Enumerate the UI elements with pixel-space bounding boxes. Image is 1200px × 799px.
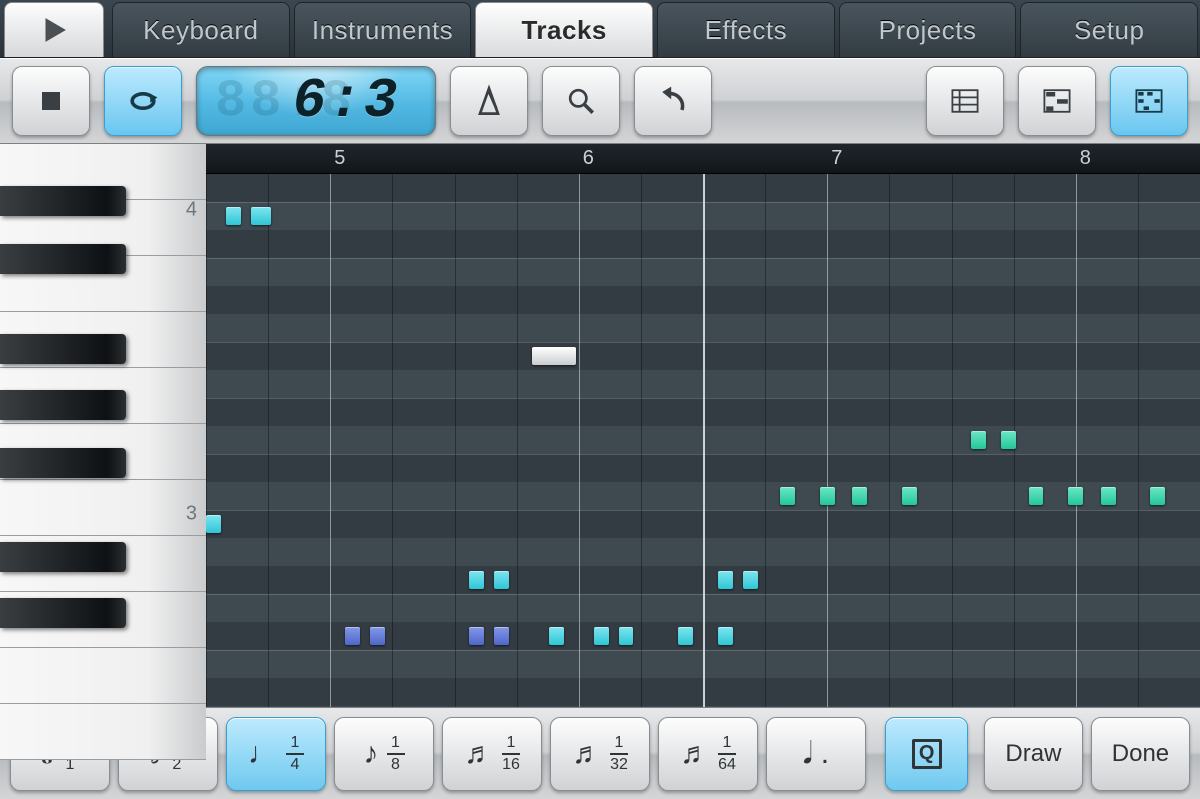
midi-note[interactable] [820,487,835,505]
note-value-8[interactable]: ♪ 18 [334,717,434,791]
loop-button[interactable] [104,66,182,136]
note-value-64[interactable]: ♬ 164 [658,717,758,791]
midi-note[interactable] [1150,487,1165,505]
octave-label: 3 [186,503,197,526]
midi-note[interactable] [743,571,758,589]
zoom-button[interactable] [542,66,620,136]
play-button[interactable] [4,2,104,57]
white-key[interactable] [0,704,206,760]
midi-note[interactable] [370,627,385,645]
black-key[interactable] [0,186,126,216]
midi-note[interactable] [1029,487,1044,505]
note-fraction: 116 [502,735,520,773]
note-fraction: 18 [387,735,405,773]
tabs-container: KeyboardInstrumentsTracksEffectsProjects… [110,0,1200,57]
midi-note[interactable] [251,207,271,225]
tab-instruments[interactable]: Instruments [294,2,472,57]
lcd-ghost: 88:8 [215,72,356,131]
note-fraction: 132 [610,735,628,773]
note-glyph-icon: ♬ [680,739,710,769]
midi-note[interactable] [226,207,241,225]
octave-label: 4 [186,199,197,222]
note-value-16[interactable]: ♬ 116 [442,717,542,791]
midi-note[interactable] [345,627,360,645]
midi-note[interactable] [902,487,917,505]
tab-tracks[interactable]: Tracks [475,2,653,57]
done-button[interactable]: Done [1091,717,1190,791]
midi-note[interactable] [532,347,577,365]
midi-note[interactable] [1101,487,1116,505]
midi-note[interactable] [780,487,795,505]
midi-note[interactable] [1001,431,1016,449]
midi-note[interactable] [619,627,634,645]
midi-note[interactable] [494,571,509,589]
note-glyph-icon: ♪ [364,739,379,769]
white-key[interactable] [0,480,206,536]
quantize-button[interactable]: Q [885,717,968,791]
bar-number: 7 [831,147,842,170]
tab-effects[interactable]: Effects [657,2,835,57]
black-key[interactable] [0,542,126,572]
playhead[interactable] [703,174,705,707]
quantize-icon: Q [912,739,942,769]
black-key[interactable] [0,448,126,478]
bar-number: 8 [1080,147,1091,170]
stop-button[interactable] [12,66,90,136]
tab-keyboard[interactable]: Keyboard [112,2,290,57]
midi-note[interactable] [1068,487,1083,505]
note-glyph-icon: ♬ [572,739,602,769]
undo-button[interactable] [634,66,712,136]
black-key[interactable] [0,390,126,420]
midi-note[interactable] [718,571,733,589]
view-mode-2-button[interactable] [1018,66,1096,136]
tab-bar: KeyboardInstrumentsTracksEffectsProjects… [0,0,1200,58]
note-grid[interactable] [206,174,1200,707]
note-fraction: 14 [286,735,304,773]
note-value-4[interactable]: ♩ 14 [226,717,326,791]
bar-number: 5 [334,147,345,170]
midi-note[interactable] [469,627,484,645]
midi-note[interactable] [206,515,221,533]
black-key[interactable] [0,598,126,628]
tab-setup[interactable]: Setup [1020,2,1198,57]
midi-note[interactable] [494,627,509,645]
white-key[interactable] [0,648,206,704]
toolbar: 88:8 6:3 [0,58,1200,144]
note-glyph-icon: ♬ [464,739,494,769]
view-mode-1-button[interactable] [926,66,1004,136]
midi-note[interactable] [678,627,693,645]
midi-note[interactable] [971,431,986,449]
midi-note[interactable] [718,627,733,645]
note-fraction: 164 [718,735,736,773]
midi-note[interactable] [594,627,609,645]
note-glyph-icon: 𝅘𝅥 . [803,739,829,769]
view-mode-3-button[interactable] [1110,66,1188,136]
note-value-32[interactable]: ♬ 132 [550,717,650,791]
piano-roll: 43 [0,174,1200,707]
black-key[interactable] [0,334,126,364]
metronome-button[interactable] [450,66,528,136]
tab-projects[interactable]: Projects [839,2,1017,57]
midi-note[interactable] [469,571,484,589]
midi-note[interactable] [852,487,867,505]
note-glyph-icon: ♩ [248,739,278,769]
piano-keys[interactable]: 43 [0,174,206,707]
draw-button[interactable]: Draw [984,717,1083,791]
bar-number: 6 [583,147,594,170]
note-value-dot[interactable]: 𝅘𝅥 . [766,717,866,791]
position-display[interactable]: 88:8 6:3 [196,66,436,136]
ruler-marks: 5 6 7 8 [206,144,1200,173]
midi-note[interactable] [549,627,564,645]
black-key[interactable] [0,244,126,274]
